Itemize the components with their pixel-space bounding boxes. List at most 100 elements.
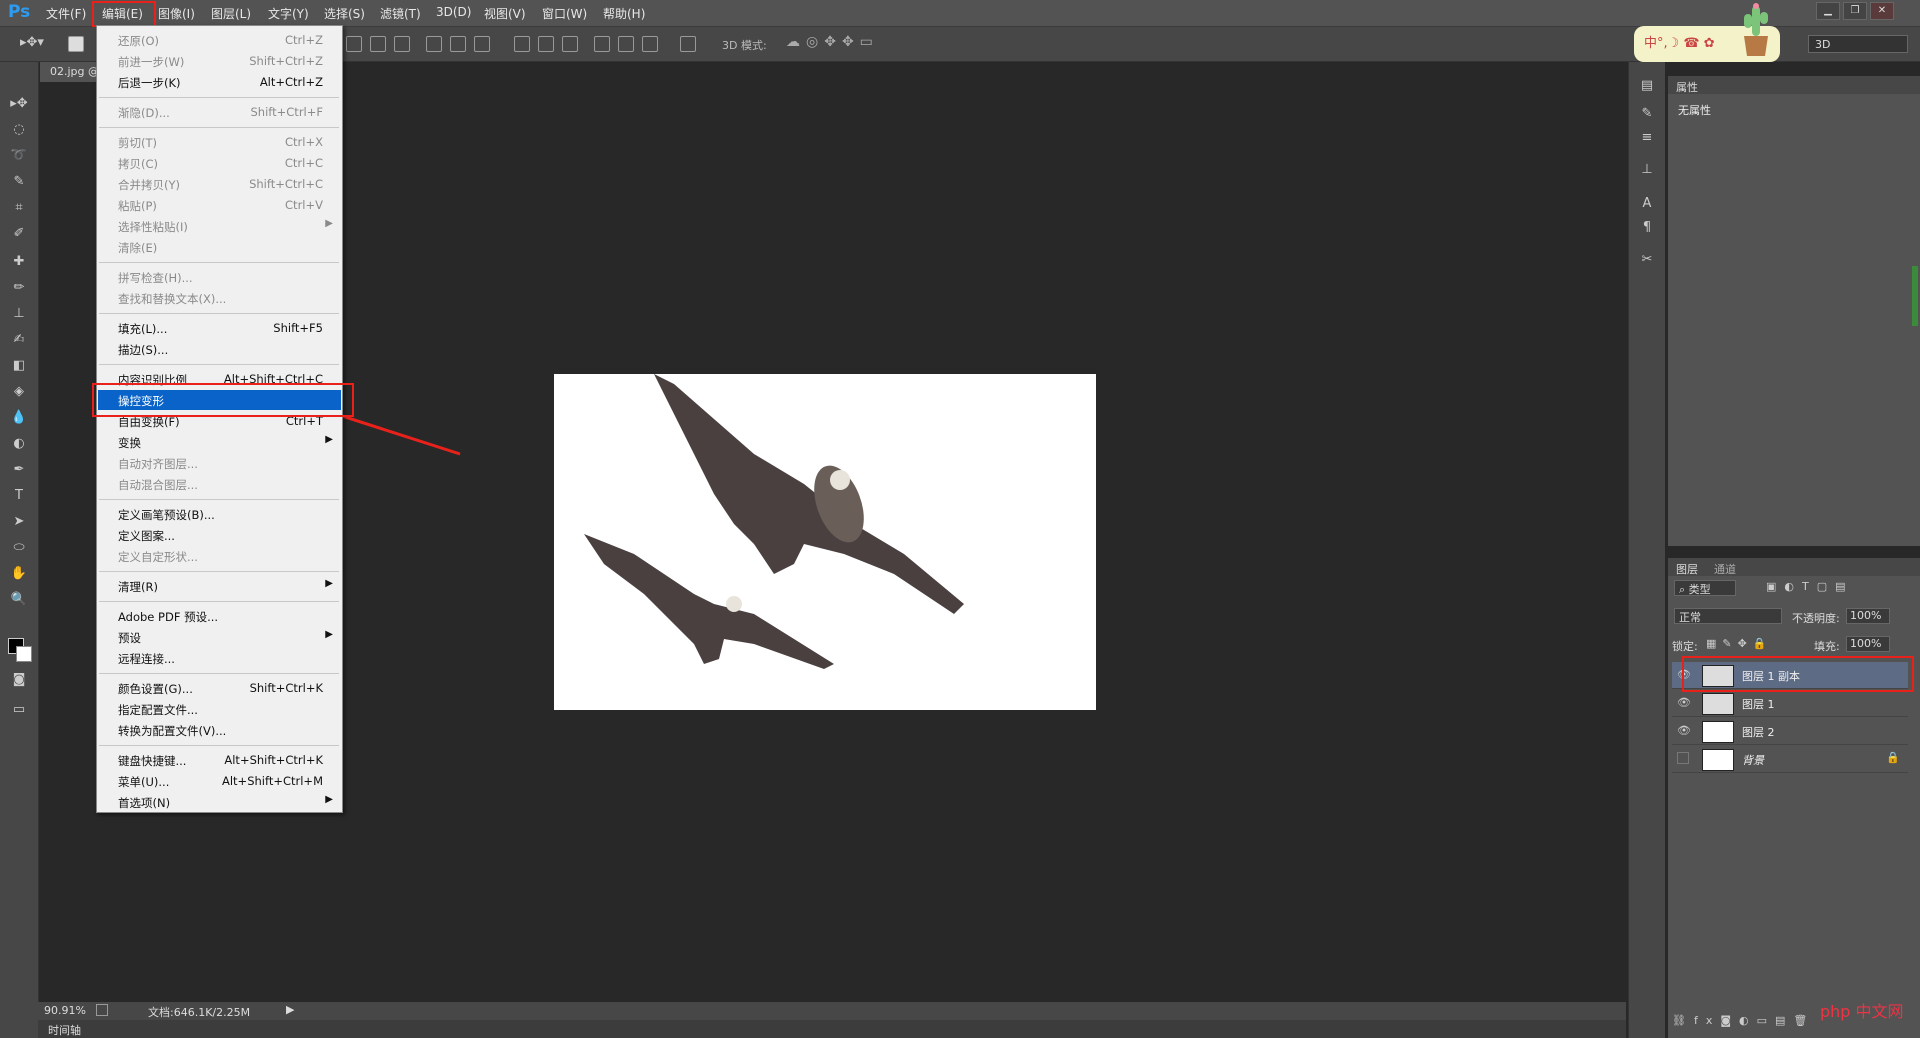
distribute-left-icon[interactable] — [594, 36, 610, 52]
align-right-icon[interactable] — [474, 36, 490, 52]
adjustments-panel-icon[interactable]: ≡ — [1639, 130, 1655, 146]
menu-image[interactable]: 图像(I) — [158, 5, 195, 22]
marquee-tool-icon[interactable]: ◌ — [10, 122, 28, 138]
minimize-icon[interactable]: ▁ — [1816, 2, 1840, 20]
align-top-icon[interactable] — [346, 36, 362, 52]
history-brush-icon[interactable]: ✍ — [10, 332, 28, 348]
edit-menu-item[interactable]: 清除(E) — [98, 237, 341, 257]
edit-menu-item[interactable]: Adobe PDF 预设... — [98, 606, 341, 626]
align-left-icon[interactable] — [426, 36, 442, 52]
menu-help[interactable]: 帮助(H) — [603, 5, 645, 22]
distribute-bottom-icon[interactable] — [562, 36, 578, 52]
layer-row[interactable]: 👁 图层 2 — [1672, 718, 1908, 745]
layer-row[interactable]: 背景 🔒 — [1672, 746, 1908, 773]
edit-menu-item[interactable]: 定义图案... — [98, 525, 341, 545]
timeline-panel-tab[interactable]: 时间轴 — [38, 1020, 1626, 1038]
align-bottom-icon[interactable] — [394, 36, 410, 52]
visibility-eye-icon[interactable]: 👁 — [1677, 696, 1691, 709]
crop-tool-icon[interactable]: ⌗ — [10, 200, 28, 216]
clone-source-panel-icon[interactable]: ⊥ — [1639, 162, 1655, 178]
edit-menu-item[interactable]: 剪切(T) Ctrl+X — [98, 132, 341, 152]
edit-menu-item[interactable]: 指定配置文件... — [98, 699, 341, 719]
layer-footer-icons[interactable]: ⛓fx◙◐▭▤🗑 — [1672, 1014, 1815, 1027]
move-tool-preset-icon[interactable]: ▸✥▾ — [20, 35, 44, 50]
edit-menu-item[interactable]: 描边(S)... — [98, 339, 341, 359]
menu-file[interactable]: 文件(F) — [46, 5, 86, 22]
menu-view[interactable]: 视图(V) — [484, 5, 526, 22]
menu-select[interactable]: 选择(S) — [324, 5, 365, 22]
stamp-tool-icon[interactable]: ⊥ — [10, 306, 28, 322]
distribute-top-icon[interactable] — [514, 36, 530, 52]
menu-layer[interactable]: 图层(L) — [211, 5, 251, 22]
edit-menu-item[interactable]: 拷贝(C) Ctrl+C — [98, 153, 341, 173]
background-color-swatch[interactable] — [16, 646, 32, 662]
blur-tool-icon[interactable]: 💧 — [10, 410, 28, 426]
layer-row[interactable]: 👁 图层 1 — [1672, 690, 1908, 717]
path-select-icon[interactable]: ➤ — [10, 514, 28, 530]
dodge-tool-icon[interactable]: ◐ — [10, 436, 28, 452]
status-menu-arrow-icon[interactable]: ▶ — [286, 1003, 294, 1016]
zoom-level[interactable]: 90.91% — [44, 1004, 86, 1017]
blend-mode-select[interactable]: 正常 — [1674, 608, 1782, 624]
quick-select-tool-icon[interactable]: ✎ — [10, 174, 28, 190]
edit-menu-item[interactable]: 菜单(U)... Alt+Shift+Ctrl+M — [98, 771, 341, 791]
screen-mode-icon[interactable]: ▭ — [10, 702, 28, 718]
brush-tool-icon[interactable]: ✏ — [10, 280, 28, 296]
opacity-input[interactable]: 100% — [1846, 608, 1890, 624]
menu-type[interactable]: 文字(Y) — [268, 5, 309, 22]
edit-menu-item[interactable]: 键盘快捷键... Alt+Shift+Ctrl+K — [98, 750, 341, 770]
auto-select-checkbox[interactable] — [68, 36, 84, 52]
document-tab[interactable]: 02.jpg @ — [40, 62, 100, 82]
layer-filter-select[interactable]: ⌕ 类型 — [1674, 580, 1736, 596]
edit-menu-item[interactable]: 颜色设置(G)... Shift+Ctrl+K — [98, 678, 341, 698]
edit-menu-item[interactable]: 自动对齐图层... — [98, 453, 341, 473]
edit-menu-item[interactable]: 填充(L)... Shift+F5 — [98, 318, 341, 338]
visibility-eye-icon[interactable]: 👁 — [1677, 724, 1691, 737]
zoom-tool-icon[interactable]: 🔍 — [10, 592, 28, 608]
character-panel-icon[interactable]: A — [1639, 196, 1655, 212]
edit-menu-item[interactable]: 还原(O) Ctrl+Z — [98, 30, 341, 50]
tab-channels[interactable]: 通道 — [1714, 561, 1736, 577]
hand-tool-icon[interactable]: ✋ — [10, 566, 28, 582]
align-vcenter-icon[interactable] — [370, 36, 386, 52]
distribute-hcenter-icon[interactable] — [618, 36, 634, 52]
edit-menu-item[interactable]: 变换 ▶ — [98, 432, 341, 452]
tool-presets-icon[interactable]: ✂ — [1639, 252, 1655, 268]
eyedropper-tool-icon[interactable]: ✐ — [10, 226, 28, 242]
edit-menu-item[interactable]: 首选项(N) ▶ — [98, 792, 341, 812]
brush-panel-icon[interactable]: ✎ — [1639, 106, 1655, 122]
edit-menu-item[interactable]: 合并拷贝(Y) Shift+Ctrl+C — [98, 174, 341, 194]
close-icon[interactable]: ✕ — [1870, 2, 1894, 20]
restore-icon[interactable]: ❐ — [1843, 2, 1867, 20]
edit-menu-item[interactable]: 清理(R) ▶ — [98, 576, 341, 596]
edit-menu-item[interactable]: 选择性粘贴(I) ▶ — [98, 216, 341, 236]
edit-menu-item[interactable]: 拼写检查(H)... — [98, 267, 341, 287]
document-canvas[interactable] — [554, 374, 1096, 710]
distribute-right-icon[interactable] — [642, 36, 658, 52]
bucket-tool-icon[interactable]: ◈ — [10, 384, 28, 400]
healing-brush-icon[interactable]: ✚ — [10, 254, 28, 270]
edit-menu-item[interactable]: 粘贴(P) Ctrl+V — [98, 195, 341, 215]
tab-properties[interactable]: 属性 — [1676, 79, 1698, 95]
menu-3d[interactable]: 3D(D) — [436, 5, 471, 19]
edit-menu-item[interactable]: 定义自定形状... — [98, 546, 341, 566]
menu-window[interactable]: 窗口(W) — [542, 5, 587, 22]
paragraph-panel-icon[interactable]: ¶ — [1639, 220, 1655, 236]
edit-menu-item[interactable]: 转换为配置文件(V)... — [98, 720, 341, 740]
pen-tool-icon[interactable]: ✒ — [10, 462, 28, 478]
3d-mode-icons[interactable]: ☁◎✥✥▭ — [786, 34, 879, 50]
properties-scrollbar[interactable] — [1912, 266, 1918, 326]
history-panel-icon[interactable]: ▤ — [1639, 78, 1655, 94]
fill-input[interactable]: 100% — [1846, 636, 1890, 652]
edit-menu-item[interactable]: 预设 ▶ — [98, 627, 341, 647]
align-hcenter-icon[interactable] — [450, 36, 466, 52]
lasso-tool-icon[interactable]: ➰ — [10, 148, 28, 164]
lock-icons[interactable]: ▦✎✥🔒 — [1706, 637, 1773, 650]
visibility-toggle-off[interactable] — [1677, 752, 1689, 764]
distribute-vcenter-icon[interactable] — [538, 36, 554, 52]
edit-menu-item[interactable]: 自动混合图层... — [98, 474, 341, 494]
type-tool-icon[interactable]: T — [10, 488, 28, 504]
auto-align-icon[interactable] — [680, 36, 696, 52]
edit-menu-item[interactable]: 后退一步(K) Alt+Ctrl+Z — [98, 72, 341, 92]
shape-tool-icon[interactable]: ⬭ — [10, 540, 28, 556]
